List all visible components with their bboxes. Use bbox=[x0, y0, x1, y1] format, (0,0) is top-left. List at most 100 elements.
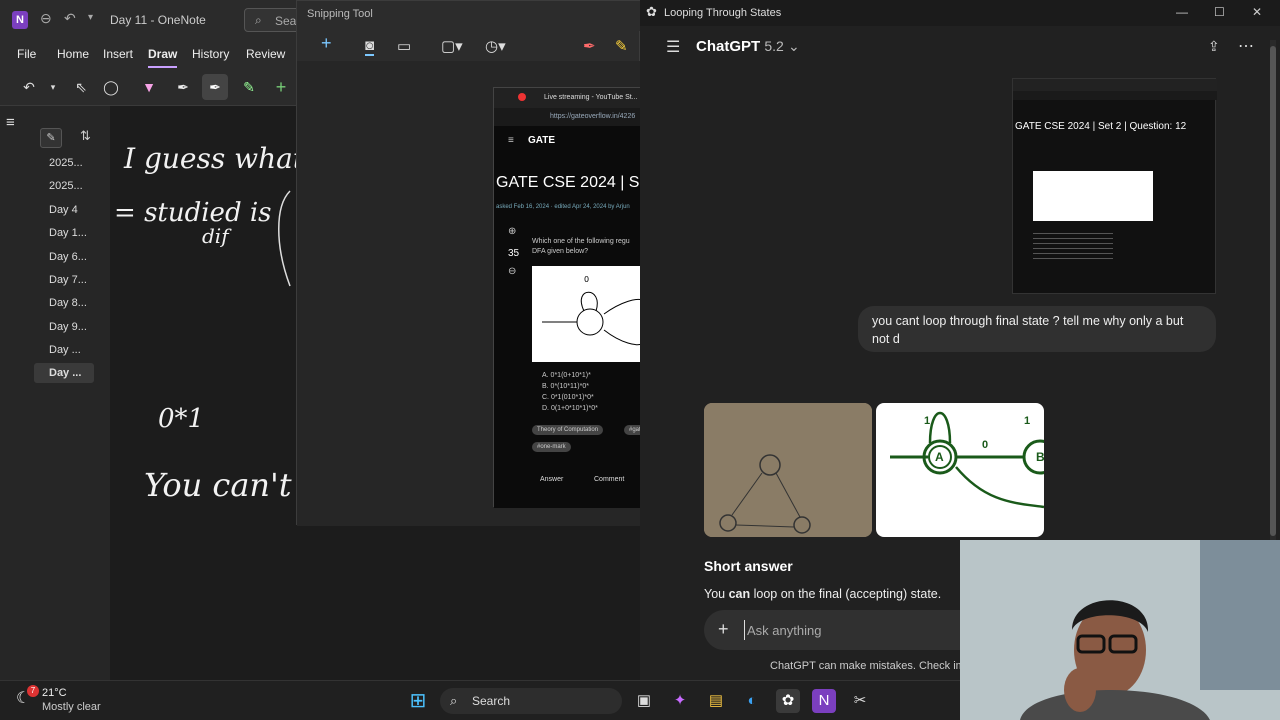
undo-icon[interactable]: ↶ bbox=[16, 74, 42, 100]
page-item[interactable]: Day 6... bbox=[34, 247, 94, 267]
scrollbar[interactable] bbox=[1270, 40, 1276, 540]
page-item[interactable]: Day 1... bbox=[34, 223, 94, 243]
dfa-state-label: A bbox=[935, 450, 944, 464]
add-pen-icon[interactable]: + bbox=[268, 74, 294, 100]
add-attachment-icon[interactable]: + bbox=[718, 619, 729, 640]
pen-red-icon[interactable]: ✒ bbox=[583, 37, 596, 55]
menu-history[interactable]: History bbox=[192, 47, 229, 61]
highlighter-icon[interactable]: ✎ bbox=[615, 37, 628, 55]
answer-text: You can loop on the final (accepting) st… bbox=[704, 587, 941, 601]
browser-tab-title: Live streaming - YouTube St... bbox=[544, 94, 638, 101]
onenote-title: Day 11 - OneNote bbox=[110, 13, 206, 27]
taskbar-search-label: Search bbox=[472, 694, 511, 708]
page-item[interactable]: Day 9... bbox=[34, 317, 94, 337]
pen-selected-icon[interactable]: ✒ bbox=[202, 74, 228, 100]
undo-chevron-icon[interactable]: ▾ bbox=[40, 74, 66, 100]
start-icon[interactable]: ⊞ bbox=[406, 689, 430, 713]
highlighter-pink-icon[interactable]: ▼ bbox=[136, 74, 162, 100]
ink-line: dif bbox=[202, 224, 229, 248]
model-selector[interactable]: ChatGPT 5.2 ⌄ bbox=[696, 38, 800, 55]
downvote-icon[interactable]: ⊖ bbox=[508, 266, 516, 277]
snip-mode-icon[interactable]: ▢▾ bbox=[441, 37, 463, 55]
onenote-search[interactable]: ⌕ Search bbox=[244, 8, 313, 32]
answer-button[interactable]: Answer bbox=[540, 476, 563, 483]
select-icon[interactable]: ⇖ bbox=[68, 74, 94, 100]
option-a: A. 0*1(0+10*1)* bbox=[542, 372, 591, 379]
page-item[interactable]: Day 7... bbox=[34, 270, 94, 290]
page-item[interactable]: 2025... bbox=[34, 176, 94, 196]
thumb-title: GATE CSE 2024 | Set 2 | Question: 12 bbox=[1015, 121, 1187, 132]
question-text: Which one of the following regu bbox=[532, 238, 630, 245]
menu-home[interactable]: Home bbox=[57, 47, 89, 61]
chat-window-title: Looping Through States bbox=[664, 7, 782, 19]
weather-temperature[interactable]: 21°C bbox=[42, 687, 67, 699]
attached-screenshot[interactable]: GATE CSE 2024 | Set 2 | Question: 12 bbox=[1012, 78, 1217, 294]
photo-triangle-sketch bbox=[704, 403, 872, 537]
share-icon[interactable]: ⇪ bbox=[1208, 38, 1220, 55]
question-title: GATE CSE 2024 | S bbox=[496, 174, 640, 191]
svg-text:0: 0 bbox=[584, 275, 589, 284]
comment-button[interactable]: Comment bbox=[594, 476, 624, 483]
menu-review[interactable]: Review bbox=[246, 47, 285, 61]
page-item[interactable]: Day 4 bbox=[34, 200, 94, 220]
undo-icon[interactable]: ↶ bbox=[64, 10, 76, 27]
chatgpt-icon[interactable]: ✿ bbox=[776, 689, 800, 713]
gate-page: ≡ GATE GATE CSE 2024 | S asked Feb 16, 2… bbox=[494, 126, 646, 508]
close-icon[interactable]: ✕ bbox=[1252, 5, 1262, 19]
back-icon[interactable]: ⊖ bbox=[40, 10, 52, 27]
model-version: 5.2 bbox=[764, 38, 784, 54]
page-item[interactable]: 2025... bbox=[34, 153, 94, 173]
dfa-diagram-svg: 0 bbox=[542, 275, 643, 346]
sort-icon[interactable]: ⇅ bbox=[80, 128, 91, 144]
new-page-icon[interactable]: ✎ bbox=[40, 128, 62, 148]
tag[interactable]: #one-mark bbox=[532, 442, 571, 452]
menu-file[interactable]: File bbox=[17, 47, 36, 61]
menu-insert[interactable]: Insert bbox=[103, 47, 133, 61]
task-view-icon[interactable]: ▣ bbox=[632, 689, 656, 713]
youtube-icon bbox=[518, 93, 526, 101]
maximize-icon[interactable]: ☐ bbox=[1214, 5, 1225, 19]
browser-url-bar[interactable]: https://gateoverflow.in/4226 bbox=[494, 108, 642, 126]
pen-green-icon[interactable]: ✎ bbox=[236, 74, 262, 100]
attached-dfa-image[interactable]: 1 0 A B 1 bbox=[876, 403, 1044, 537]
hamburger-icon[interactable]: ≡ bbox=[6, 114, 15, 131]
edge-icon[interactable]: ◐ bbox=[740, 689, 764, 713]
search-icon: ⌕ bbox=[450, 693, 458, 708]
new-snip-icon[interactable]: + bbox=[321, 33, 332, 54]
copilot-icon[interactable]: ✦ bbox=[668, 689, 692, 713]
file-explorer-icon[interactable]: ▤ bbox=[704, 689, 728, 713]
webcam-person bbox=[960, 540, 1280, 720]
page-list: ≡ ✎ ⇅ 2025... 2025... Day 4 Day 1... Day… bbox=[0, 106, 110, 680]
snipping-tool-icon[interactable]: ✂ bbox=[848, 689, 872, 713]
scrollbar-thumb[interactable] bbox=[1270, 46, 1276, 536]
lasso-icon[interactable]: ◯ bbox=[98, 74, 124, 100]
pen-white-icon[interactable]: ✒ bbox=[170, 74, 196, 100]
taskbar-search[interactable]: ⌕ Search bbox=[440, 688, 622, 714]
customize-chevron-icon[interactable]: ▾ bbox=[88, 12, 93, 23]
camera-icon[interactable]: ◙ bbox=[365, 37, 375, 56]
browser-tab[interactable]: Live streaming - YouTube St... bbox=[494, 88, 642, 108]
gate-logo: GATE bbox=[528, 135, 556, 146]
tag[interactable]: Theory of Computation bbox=[532, 425, 604, 435]
page-item[interactable]: Day 8... bbox=[34, 293, 94, 313]
page-item[interactable]: Day ... bbox=[34, 340, 94, 360]
taskbar: ☾ 7 21°C Mostly clear ⊞ ⌕ Search ▣ ✦ ▤ ◐… bbox=[0, 680, 960, 720]
video-icon[interactable]: ▭ bbox=[397, 37, 411, 55]
timer-icon[interactable]: ◷▾ bbox=[485, 37, 506, 55]
dfa-diagram: 0 bbox=[532, 266, 643, 362]
dfa-state-label: B bbox=[1036, 450, 1044, 464]
upvote-icon[interactable]: ⊕ bbox=[508, 226, 516, 237]
ink-line: = studied is bbox=[114, 198, 272, 228]
menu-draw[interactable]: Draw bbox=[148, 47, 178, 68]
hamburger-icon[interactable]: ≡ bbox=[508, 135, 514, 146]
page-item-selected[interactable]: Day ... bbox=[34, 363, 94, 383]
weather-description[interactable]: Mostly clear bbox=[42, 701, 101, 713]
attached-photo[interactable] bbox=[704, 403, 872, 537]
more-icon[interactable]: ⋯ bbox=[1238, 36, 1254, 56]
dfa-image-svg bbox=[890, 411, 1044, 509]
onenote-icon[interactable]: N bbox=[812, 689, 836, 713]
minimize-icon[interactable]: — bbox=[1176, 5, 1188, 19]
prompt-input[interactable] bbox=[744, 620, 984, 640]
sidebar-toggle-icon[interactable]: ☰ bbox=[666, 37, 680, 57]
gate-browser-window: Live streaming - YouTube St... https://g… bbox=[493, 87, 646, 508]
